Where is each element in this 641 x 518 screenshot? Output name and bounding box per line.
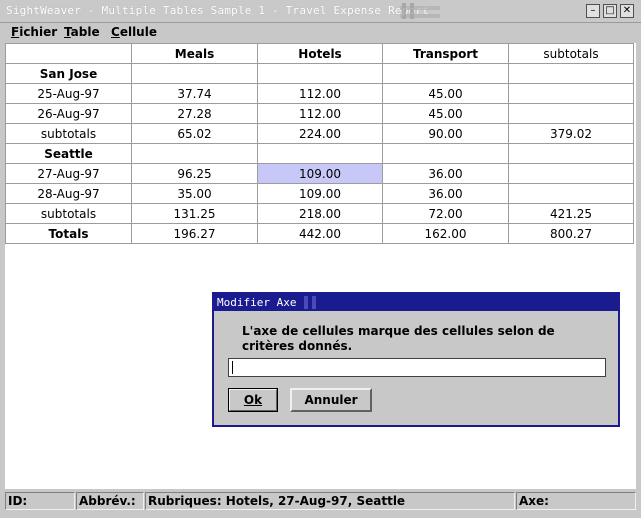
row-label[interactable]: 28-Aug-97 [5, 183, 132, 204]
menu-table-label: able [70, 25, 100, 39]
table-row: 28-Aug-97 35.00 109.00 36.00 [5, 183, 634, 204]
table-cell[interactable]: 112.00 [257, 83, 383, 104]
table-cell[interactable] [508, 83, 634, 104]
table-cell[interactable] [508, 143, 634, 164]
expense-table: Meals Hotels Transport subtotals San Jos… [5, 43, 634, 244]
table-cell[interactable]: 109.00 [257, 183, 383, 204]
row-label[interactable]: San Jose [5, 63, 132, 84]
table-cell[interactable]: 112.00 [257, 103, 383, 124]
row-label[interactable]: subtotals [5, 203, 132, 224]
table-cell[interactable]: 65.02 [131, 123, 258, 144]
header-row: Meals Hotels Transport subtotals [5, 43, 634, 64]
header-cell-subtotals[interactable]: subtotals [508, 43, 634, 64]
cancel-button[interactable]: Annuler [290, 388, 372, 412]
selected-cell[interactable]: 109.00 [257, 163, 383, 184]
table-cell[interactable]: 162.00 [382, 223, 509, 244]
table-cell[interactable] [508, 63, 634, 84]
table-cell[interactable] [508, 163, 634, 184]
menu-cellule[interactable]: Cellule [111, 25, 157, 39]
table-cell[interactable] [131, 143, 258, 164]
title-bar-decoration [400, 3, 440, 19]
modifier-axe-dialog: Modifier Axe L'axe de cellules marque de… [212, 292, 620, 427]
menu-fichier-label: ichier [19, 25, 58, 39]
axis-input[interactable] [228, 358, 606, 377]
header-cell-meals[interactable]: Meals [131, 43, 258, 64]
window-title-bar[interactable]: SightWeaver - Multiple Tables Sample 1 -… [0, 0, 641, 23]
table-row: subtotals 65.02 224.00 90.00 379.02 [5, 123, 634, 144]
table-cell[interactable]: 379.02 [508, 123, 634, 144]
minimize-button[interactable]: – [586, 4, 600, 18]
table-row: subtotals 131.25 218.00 72.00 421.25 [5, 203, 634, 224]
table-cell[interactable] [382, 143, 509, 164]
row-label[interactable]: subtotals [5, 123, 132, 144]
table-cell[interactable]: 800.27 [508, 223, 634, 244]
menu-table-mnemonic: T [64, 25, 71, 39]
table-cell[interactable]: 224.00 [257, 123, 383, 144]
header-cell-transport[interactable]: Transport [382, 43, 509, 64]
table-cell[interactable]: 27.28 [131, 103, 258, 124]
header-cell-hotels[interactable]: Hotels [257, 43, 383, 64]
text-cursor [232, 361, 233, 374]
table-cell[interactable]: 37.74 [131, 83, 258, 104]
menu-fichier[interactable]: Fichier [11, 25, 57, 39]
dialog-message: L'axe de cellules marque des cellules se… [242, 324, 555, 353]
table-cell[interactable] [508, 183, 634, 204]
status-axe: Axe: [516, 492, 636, 510]
status-id: ID: [5, 492, 75, 510]
table-cell[interactable]: 442.00 [257, 223, 383, 244]
table-row: 27-Aug-97 96.25 109.00 36.00 [5, 163, 634, 184]
ok-button[interactable]: Ok [228, 388, 278, 412]
table-cell[interactable] [508, 103, 634, 124]
table-cell[interactable]: 131.25 [131, 203, 258, 224]
table-cell[interactable] [257, 63, 383, 84]
row-label[interactable]: 27-Aug-97 [5, 163, 132, 184]
table-cell[interactable] [131, 63, 258, 84]
menu-cellule-label: ellule [119, 25, 157, 39]
table-cell[interactable] [382, 63, 509, 84]
table-cell[interactable]: 45.00 [382, 103, 509, 124]
table-row: Seattle [5, 143, 634, 164]
table-cell[interactable]: 45.00 [382, 83, 509, 104]
table-cell[interactable]: 36.00 [382, 163, 509, 184]
table-cell[interactable]: 421.25 [508, 203, 634, 224]
menu-bar: Fichier Table Cellule [0, 23, 641, 43]
table-cell[interactable]: 35.00 [131, 183, 258, 204]
dialog-title-bar[interactable]: Modifier Axe [214, 294, 618, 311]
table-row: 26-Aug-97 27.28 112.00 45.00 [5, 103, 634, 124]
cancel-button-label: Annuler [304, 393, 358, 407]
dialog-title-decoration [302, 296, 336, 309]
close-button[interactable]: ✕ [620, 4, 634, 18]
table-row: 25-Aug-97 37.74 112.00 45.00 [5, 83, 634, 104]
table-cell[interactable]: 96.25 [131, 163, 258, 184]
table-row: San Jose [5, 63, 634, 84]
table-cell[interactable]: 72.00 [382, 203, 509, 224]
table-row: Totals 196.27 442.00 162.00 800.27 [5, 223, 634, 244]
header-cell-corner[interactable] [5, 43, 132, 64]
table-cell[interactable]: 36.00 [382, 183, 509, 204]
row-label[interactable]: 25-Aug-97 [5, 83, 132, 104]
menu-cellule-mnemonic: C [111, 25, 120, 39]
window-title: SightWeaver - Multiple Tables Sample 1 -… [6, 4, 429, 17]
table-cell[interactable] [257, 143, 383, 164]
menu-table[interactable]: Table [64, 25, 100, 39]
status-abbrev: Abbrév.: [76, 492, 144, 510]
menu-fichier-mnemonic: F [11, 25, 20, 39]
row-label[interactable]: 26-Aug-97 [5, 103, 132, 124]
ok-button-label: Ok [243, 393, 263, 407]
table-cell[interactable]: 218.00 [257, 203, 383, 224]
status-bar: ID: Abbrév.: Rubriques: Hotels, 27-Aug-9… [0, 490, 641, 518]
table-cell[interactable]: 196.27 [131, 223, 258, 244]
row-label[interactable]: Seattle [5, 143, 132, 164]
status-rubriques: Rubriques: Hotels, 27-Aug-97, Seattle [145, 492, 515, 510]
row-label[interactable]: Totals [5, 223, 132, 244]
table-cell[interactable]: 90.00 [382, 123, 509, 144]
dialog-title: Modifier Axe [217, 296, 297, 309]
maximize-button[interactable]: □ [603, 4, 617, 18]
